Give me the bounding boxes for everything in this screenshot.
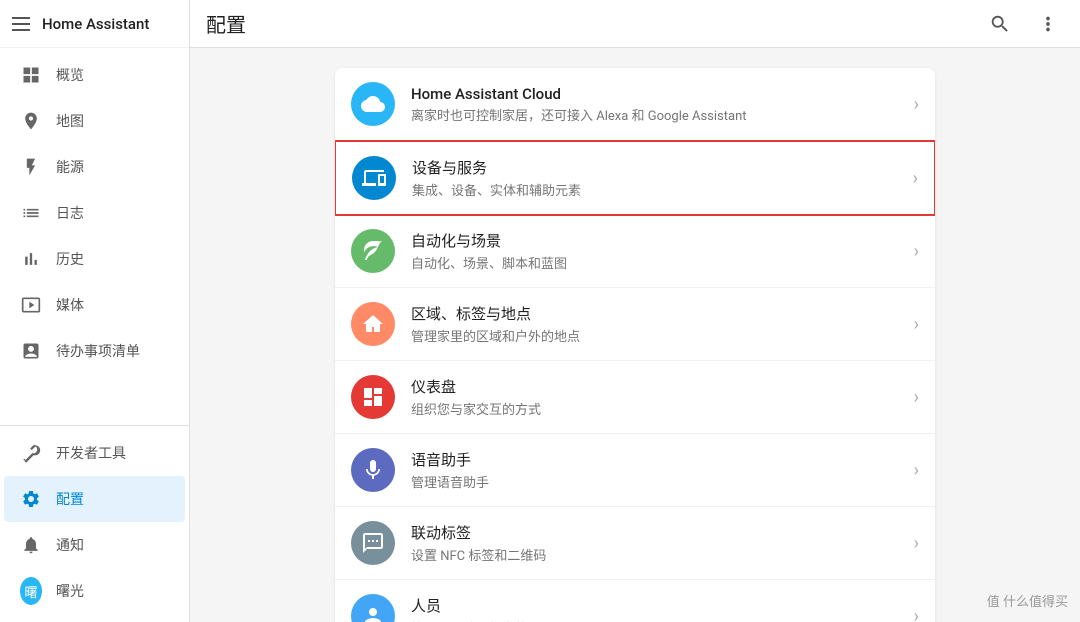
chevron-icon-cloud: › [914, 94, 919, 115]
sidebar-label-media: 媒体 [56, 295, 84, 315]
card-title-cloud: Home Assistant Cloud [411, 85, 906, 103]
more-button[interactable] [1032, 8, 1064, 40]
card-icon-cloud [351, 82, 395, 126]
chevron-icon-tags: › [914, 533, 919, 554]
card-title-areas: 区域、标签与地点 [411, 303, 906, 324]
card-subtitle-dashboard: 组织您与家交互的方式 [411, 399, 906, 418]
sidebar-item-notifications[interactable]: 通知 [4, 522, 185, 568]
card-text-areas: 区域、标签与地点 管理家里的区域和户外的地点 [411, 303, 906, 345]
card-text-people: 人员 管理可以访问您家的人员 [411, 595, 906, 622]
sidebar-item-media[interactable]: 媒体 [4, 282, 185, 328]
card-item-people[interactable]: 人员 管理可以访问您家的人员 › [335, 580, 935, 622]
sidebar: Home Assistant 概览 地图 能源 [0, 0, 190, 622]
chevron-icon-people: › [914, 606, 919, 622]
card-subtitle-devices: 集成、设备、实体和辅助元素 [412, 180, 905, 199]
sidebar-label-logs: 日志 [56, 203, 84, 223]
sidebar-label-user: 曙光 [56, 581, 84, 601]
sidebar-item-config[interactable]: 配置 [4, 476, 185, 522]
app-title: Home Assistant [42, 15, 149, 33]
sidebar-header: Home Assistant [0, 0, 189, 48]
topbar: 配置 [190, 0, 1080, 48]
card-icon-dashboard [351, 375, 395, 419]
card-item-dashboard[interactable]: 仪表盘 组织您与家交互的方式 › [335, 361, 935, 434]
sidebar-label-config: 配置 [56, 489, 84, 509]
wrench-icon [20, 442, 42, 464]
sidebar-item-user[interactable]: 曙 曙光 [4, 568, 185, 614]
card-text-devices: 设备与服务 集成、设备、实体和辅助元素 [412, 157, 905, 199]
sidebar-item-history[interactable]: 历史 [4, 236, 185, 282]
card-title-tags: 联动标签 [411, 522, 906, 543]
card-title-people: 人员 [411, 595, 906, 616]
card-icon-voice [351, 448, 395, 492]
todo-icon [20, 340, 42, 362]
card-title-devices: 设备与服务 [412, 157, 905, 178]
card-icon-areas [351, 302, 395, 346]
sidebar-label-notifications: 通知 [56, 535, 84, 555]
sidebar-nav: 概览 地图 能源 日志 历史 [0, 48, 189, 425]
card-subtitle-areas: 管理家里的区域和户外的地点 [411, 326, 906, 345]
card-icon-devices [352, 156, 396, 200]
chevron-icon-voice: › [914, 460, 919, 481]
card-subtitle-automation: 自动化、场景、脚本和蓝图 [411, 253, 906, 272]
bell-icon [20, 534, 42, 556]
card-item-areas[interactable]: 区域、标签与地点 管理家里的区域和户外的地点 › [335, 288, 935, 361]
card-text-cloud: Home Assistant Cloud 离家时也可控制家居，还可接入 Alex… [411, 85, 906, 124]
sidebar-item-energy[interactable]: 能源 [4, 144, 185, 190]
chevron-icon-automation: › [914, 241, 919, 262]
map-icon [20, 110, 42, 132]
sidebar-bottom: 开发者工具 配置 通知 曙 曙光 [0, 425, 189, 622]
sidebar-item-developer[interactable]: 开发者工具 [4, 430, 185, 476]
card-icon-automation [351, 229, 395, 273]
content-area: Home Assistant Cloud 离家时也可控制家居，还可接入 Alex… [190, 48, 1080, 622]
sidebar-item-overview[interactable]: 概览 [4, 52, 185, 98]
topbar-actions [984, 8, 1064, 40]
card-subtitle-tags: 设置 NFC 标签和二维码 [411, 545, 906, 564]
card-item-voice[interactable]: 语音助手 管理语音助手 › [335, 434, 935, 507]
card-item-cloud[interactable]: Home Assistant Cloud 离家时也可控制家居，还可接入 Alex… [335, 68, 935, 141]
sidebar-label-overview: 概览 [56, 65, 84, 85]
sidebar-item-todo[interactable]: 待办事项清单 [4, 328, 185, 374]
cards-container: Home Assistant Cloud 离家时也可控制家居，还可接入 Alex… [335, 68, 935, 622]
card-title-voice: 语音助手 [411, 449, 906, 470]
card-title-dashboard: 仪表盘 [411, 376, 906, 397]
sidebar-item-logs[interactable]: 日志 [4, 190, 185, 236]
sidebar-label-energy: 能源 [56, 157, 84, 177]
search-button[interactable] [984, 8, 1016, 40]
sidebar-label-developer: 开发者工具 [56, 443, 126, 463]
media-icon [20, 294, 42, 316]
chevron-icon-areas: › [914, 314, 919, 335]
grid-icon [20, 64, 42, 86]
chevron-icon-dashboard: › [914, 387, 919, 408]
card-text-automation: 自动化与场景 自动化、场景、脚本和蓝图 [411, 230, 906, 272]
avatar-icon: 曙 [20, 580, 42, 602]
sidebar-label-map: 地图 [56, 111, 84, 131]
chevron-icon-devices: › [913, 168, 918, 189]
card-item-tags[interactable]: 联动标签 设置 NFC 标签和二维码 › [335, 507, 935, 580]
card-text-tags: 联动标签 设置 NFC 标签和二维码 [411, 522, 906, 564]
sidebar-label-todo: 待办事项清单 [56, 341, 140, 361]
card-icon-tags [351, 521, 395, 565]
sidebar-item-map[interactable]: 地图 [4, 98, 185, 144]
bolt-icon [20, 156, 42, 178]
gear-icon [20, 488, 42, 510]
card-subtitle-voice: 管理语音助手 [411, 472, 906, 491]
card-text-voice: 语音助手 管理语音助手 [411, 449, 906, 491]
sidebar-label-history: 历史 [56, 249, 84, 269]
menu-icon[interactable] [12, 17, 30, 31]
card-subtitle-people: 管理可以访问您家的人员 [411, 618, 906, 622]
card-icon-people [351, 594, 395, 622]
page-title: 配置 [206, 9, 246, 38]
bar-chart-icon [20, 248, 42, 270]
card-item-automation[interactable]: 自动化与场景 自动化、场景、脚本和蓝图 › [335, 215, 935, 288]
card-item-devices[interactable]: 设备与服务 集成、设备、实体和辅助元素 › [335, 140, 935, 216]
card-subtitle-cloud: 离家时也可控制家居，还可接入 Alexa 和 Google Assistant [411, 105, 906, 124]
card-text-dashboard: 仪表盘 组织您与家交互的方式 [411, 376, 906, 418]
main-content: 配置 Home Assistant Cloud 离家时也可控制家居，还可接入 A… [190, 0, 1080, 622]
card-title-automation: 自动化与场景 [411, 230, 906, 251]
list-icon [20, 202, 42, 224]
